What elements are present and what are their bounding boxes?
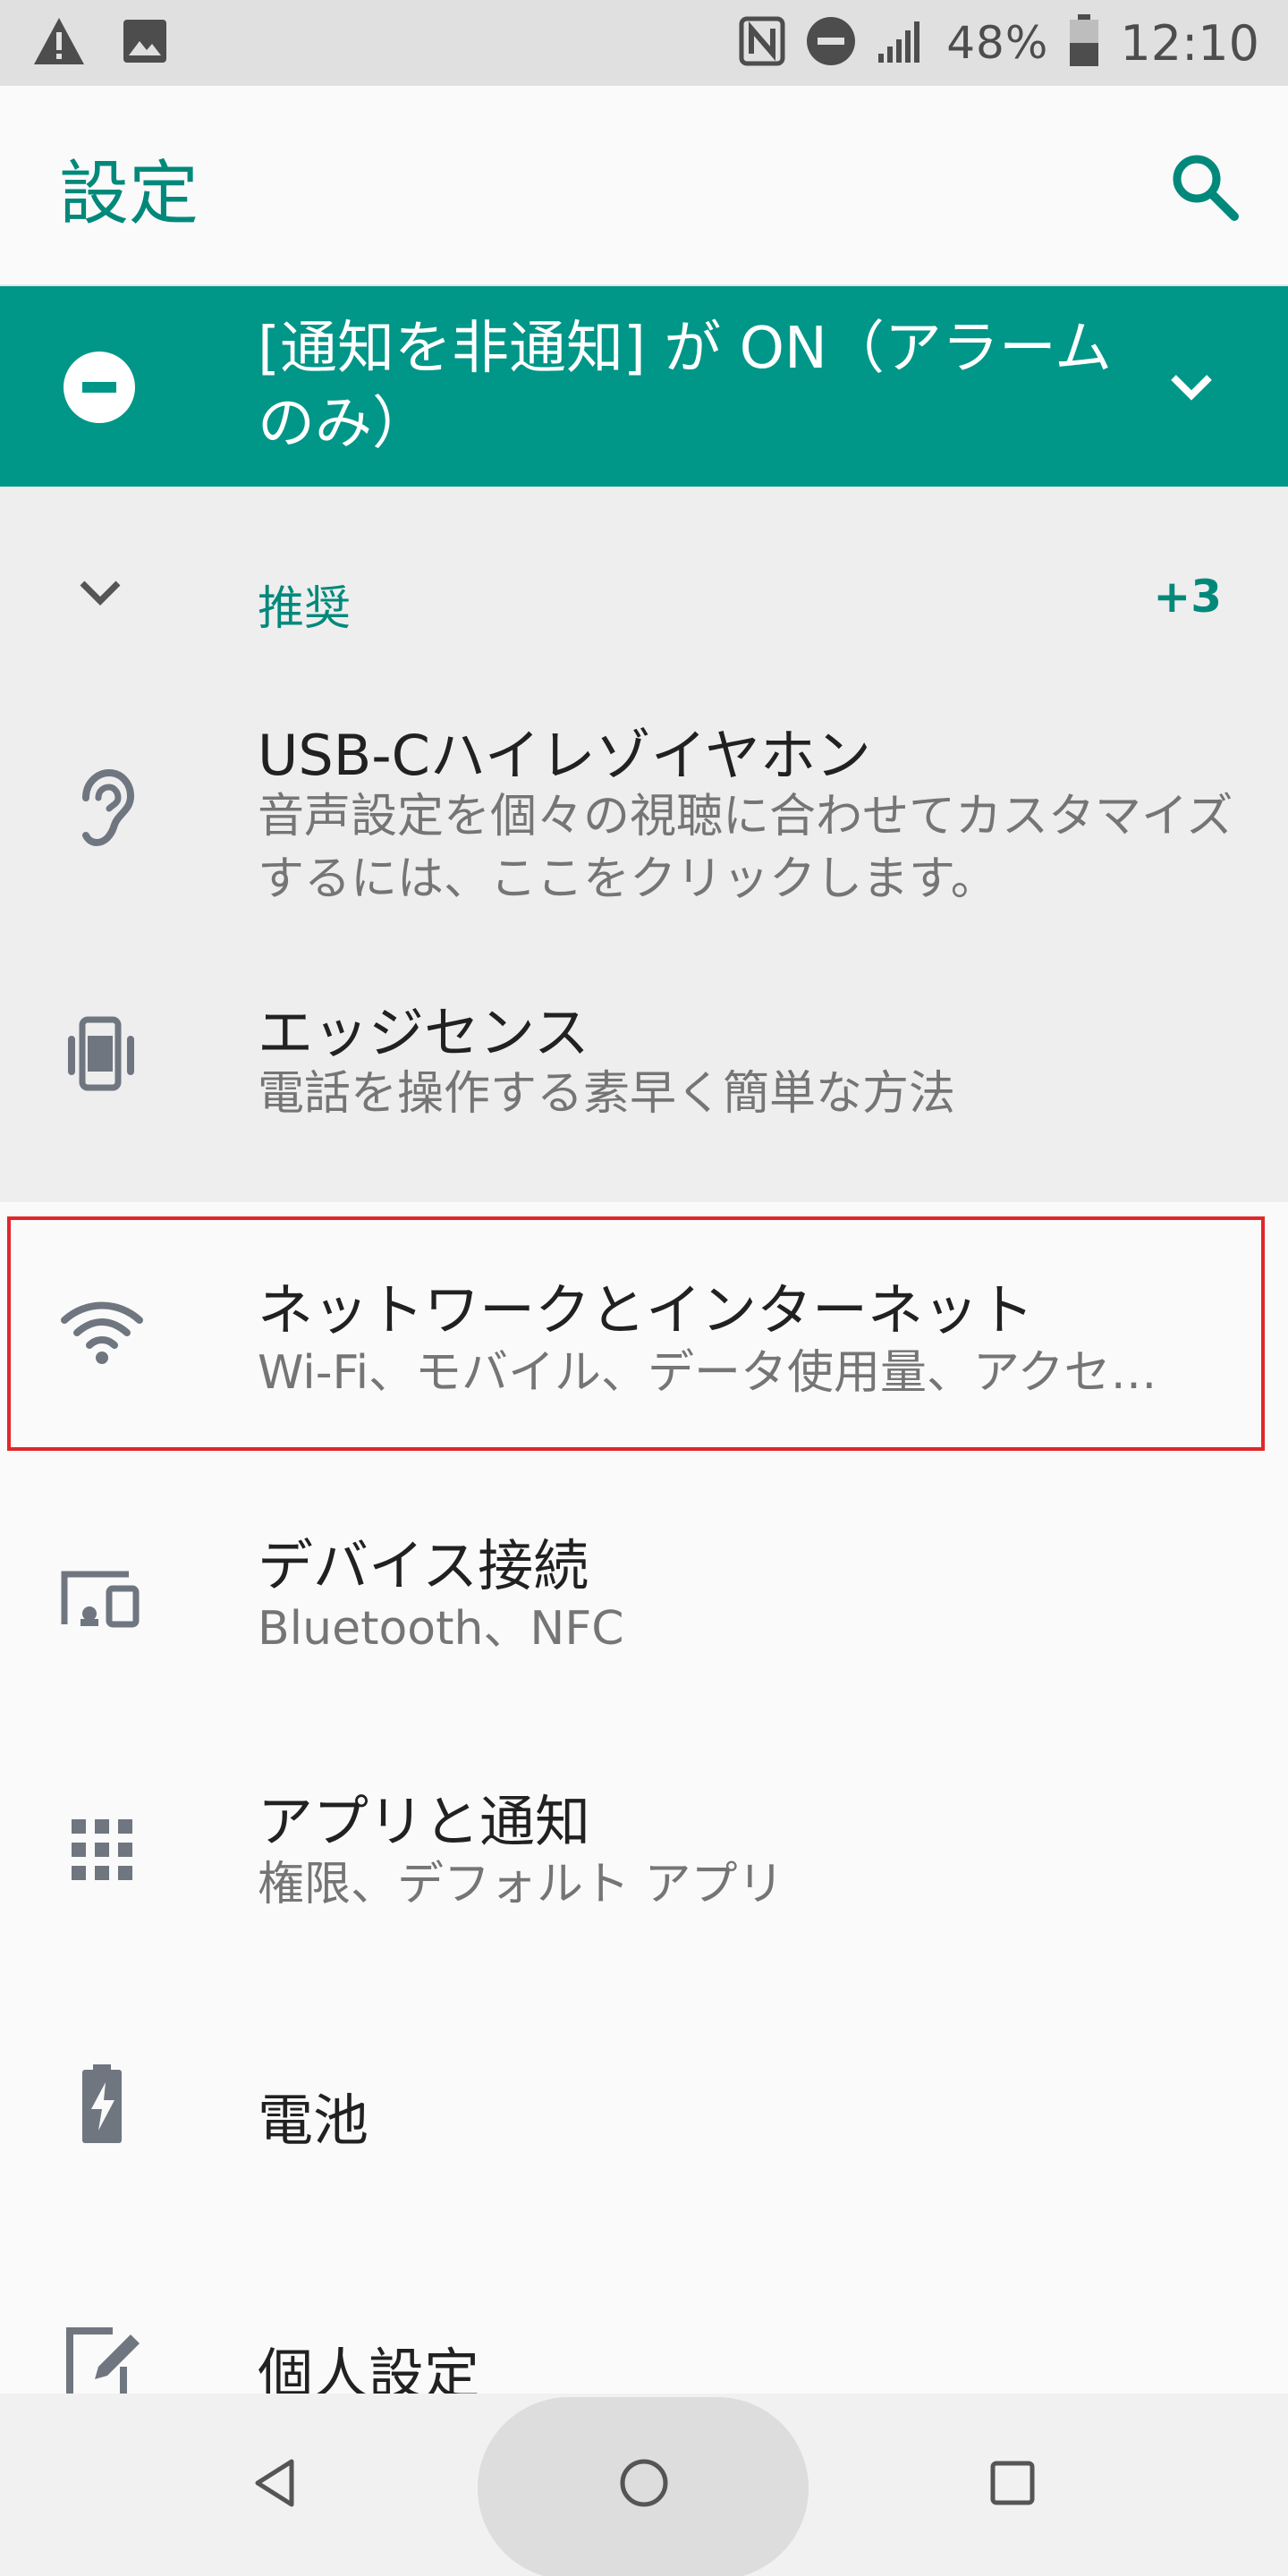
chevron-down-icon[interactable]	[1163, 358, 1220, 415]
wifi-icon	[59, 1290, 145, 1376]
item-title: USB-Cハイレゾイヤホン	[258, 723, 871, 788]
image-icon	[122, 18, 168, 68]
ear-icon	[59, 766, 145, 852]
suggestions-count: +3	[1153, 571, 1222, 623]
suggestions-header[interactable]: 推奨 +3	[0, 537, 1288, 662]
apps-grid-icon	[59, 1807, 145, 1893]
item-subtitle: 音声設定を個々の視聴に合わせてカスタマイズするには、ここをクリックします。	[258, 790, 1233, 906]
warning-icon	[32, 16, 86, 70]
suggestion-item-edge-sense[interactable]: エッジセンス 電話を操作する素早く簡単な方法	[0, 987, 1288, 1166]
item-title: エッジセンス	[258, 1000, 589, 1065]
item-subtitle: Bluetooth、NFC	[258, 1602, 624, 1656]
settings-screen: 48% 12:10 設定 [通知を非通知] が ON（アラームのみ） 推奨 +3…	[0, 0, 1288, 2576]
battery-percent: 48%	[946, 17, 1049, 69]
navigation-bar	[0, 2394, 1288, 2576]
home-icon[interactable]	[599, 2438, 689, 2528]
settings-item-personalize[interactable]: 個人設定	[0, 2308, 1288, 2407]
back-icon[interactable]	[231, 2438, 320, 2528]
item-title: アプリと通知	[258, 1789, 591, 1854]
page-title: 設定	[59, 154, 199, 234]
settings-item-network[interactable]: ネットワークとインターネット Wi-Fi、モバイル、データ使用量、アクセ…	[0, 1252, 1288, 1440]
item-subtitle: 電話を操作する素早く簡単な方法	[258, 1067, 956, 1121]
suggestions-label: 推奨	[258, 582, 352, 636]
item-title: デバイス接続	[258, 1533, 589, 1598]
recents-icon[interactable]	[968, 2438, 1057, 2528]
devices-icon	[59, 1555, 145, 1640]
app-bar: 設定	[0, 86, 1288, 286]
clock: 12:10	[1120, 14, 1259, 72]
dnd-icon	[805, 15, 857, 71]
collapse-chevron-icon[interactable]	[73, 565, 127, 619]
item-subtitle: 権限、デフォルト アプリ	[258, 1858, 784, 1911]
settings-item-apps[interactable]: アプリと通知 権限、デフォルト アプリ	[0, 1767, 1288, 1955]
edge-sense-icon	[59, 1013, 145, 1098]
status-bar: 48% 12:10	[0, 0, 1288, 86]
search-icon[interactable]	[1166, 148, 1243, 225]
item-title: ネットワークとインターネット	[258, 1277, 1035, 1343]
suggestion-item-usbc[interactable]: USB-Cハイレゾイヤホン 音声設定を個々の視聴に合わせてカスタマイズするには、…	[0, 710, 1288, 952]
dnd-banner-text: [通知を非通知] が ON（アラームのみ）	[258, 316, 1112, 457]
item-title: 電池	[258, 2088, 369, 2153]
item-subtitle: Wi-Fi、モバイル、データ使用量、アクセ…	[258, 1346, 1157, 1400]
settings-item-battery[interactable]: 電池	[0, 2057, 1288, 2156]
battery-icon	[1068, 14, 1100, 72]
battery-charging-icon	[59, 2061, 145, 2147]
suggestions-section: 推奨 +3 USB-Cハイレゾイヤホン 音声設定を個々の視聴に合わせてカスタマイ…	[0, 487, 1288, 1202]
dnd-banner[interactable]: [通知を非通知] が ON（アラームのみ）	[0, 286, 1288, 487]
dnd-minus-icon	[63, 351, 136, 424]
nfc-icon	[739, 16, 785, 70]
settings-item-device-connection[interactable]: デバイス接続 Bluetooth、NFC	[0, 1512, 1288, 1699]
signal-icon	[877, 18, 927, 68]
